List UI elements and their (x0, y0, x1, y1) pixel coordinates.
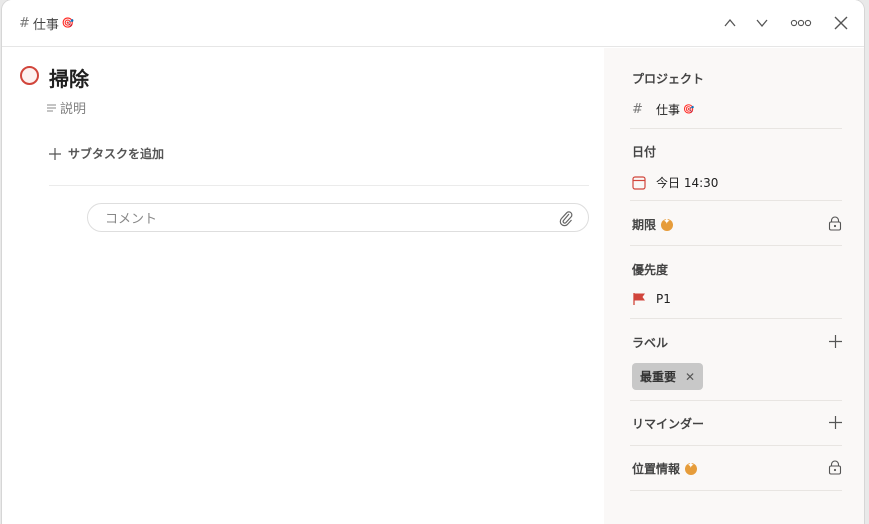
upgrade-badge-icon (661, 217, 674, 231)
description-placeholder: 説明 (60, 102, 87, 117)
add-subtask-label: サブタスクを追加 (68, 147, 165, 161)
divider (630, 245, 842, 246)
hash-icon: # (19, 16, 30, 31)
date-selector[interactable]: 今日 14:30 (632, 174, 842, 191)
comment-placeholder: コメント (105, 212, 158, 227)
project-breadcrumb-label: 仕事 (32, 18, 59, 33)
lock-icon (828, 216, 842, 231)
task-title[interactable]: 掃除 (49, 63, 89, 92)
date-value: 今日 14:30 (656, 176, 719, 190)
reminders-label: リマインダー (632, 417, 705, 431)
location-section[interactable]: 位置情報 (632, 460, 842, 477)
paperclip-icon[interactable] (558, 210, 574, 227)
lock-icon (828, 460, 842, 475)
project-breadcrumb[interactable]: # 仕事 🎯 (19, 14, 74, 33)
task-sidebar: プロジェクト # 仕事 🎯 日付 今日 14:30 期限 優先度 (604, 48, 864, 524)
divider (630, 490, 842, 491)
deadline-section[interactable]: 期限 (632, 216, 842, 233)
label-chip[interactable]: 最重要 ✕ (632, 363, 704, 390)
priority-selector[interactable]: P1 (632, 292, 842, 306)
location-label: 位置情報 (632, 462, 681, 476)
description-field[interactable]: 説明 (46, 98, 86, 117)
plus-icon (49, 147, 61, 160)
priority-section: 優先度 P1 (632, 261, 842, 306)
add-subtask-button[interactable]: サブタスクを追加 (49, 145, 164, 162)
labels-label: ラベル (632, 336, 669, 350)
flag-icon (633, 293, 645, 305)
complete-task-checkbox[interactable] (20, 66, 39, 85)
project-selector[interactable]: # 仕事 🎯 (632, 101, 842, 118)
add-reminder-icon[interactable] (829, 416, 842, 429)
modal-header: # 仕事 🎯 (2, 0, 864, 47)
deadline-label: 期限 (632, 218, 657, 232)
priority-label: 優先度 (632, 263, 669, 277)
more-icon (790, 19, 812, 27)
chevron-up-icon (724, 18, 736, 27)
labels-section: ラベル 最重要 ✕ (632, 334, 842, 390)
previous-task-button[interactable] (719, 12, 741, 34)
divider (630, 445, 842, 446)
remove-label-icon[interactable]: ✕ (685, 370, 695, 384)
upgrade-badge-icon (685, 461, 698, 475)
project-label: プロジェクト (632, 72, 705, 86)
divider (630, 400, 842, 401)
divider (630, 318, 842, 319)
description-lines-icon (47, 104, 56, 111)
close-button[interactable] (830, 12, 852, 34)
date-label: 日付 (632, 145, 657, 159)
target-emoji-icon: 🎯 (683, 104, 695, 115)
chevron-down-icon (756, 19, 768, 28)
task-detail-modal: # 仕事 🎯 掃除 説明 サブタスクを追加 コメント プロジェクト # 仕事 🎯… (2, 0, 864, 524)
divider (49, 185, 589, 186)
hash-icon: # (632, 102, 643, 117)
label-chip-text: 最重要 (640, 370, 677, 384)
project-value: 仕事 (656, 103, 681, 117)
task-main-pane: 掃除 説明 サブタスクを追加 コメント (2, 48, 604, 524)
project-section: プロジェクト # 仕事 🎯 (632, 70, 842, 118)
next-task-button[interactable] (751, 12, 773, 34)
calendar-icon (632, 175, 646, 190)
date-section: 日付 今日 14:30 (632, 143, 842, 191)
divider (630, 200, 842, 201)
close-icon (834, 16, 848, 30)
comment-input[interactable]: コメント (87, 203, 589, 232)
more-actions-button[interactable] (790, 12, 812, 34)
add-label-icon[interactable] (829, 335, 842, 348)
divider (630, 128, 842, 129)
priority-value: P1 (656, 292, 671, 306)
reminders-section: リマインダー (632, 415, 842, 432)
target-emoji-icon: 🎯 (61, 18, 75, 29)
